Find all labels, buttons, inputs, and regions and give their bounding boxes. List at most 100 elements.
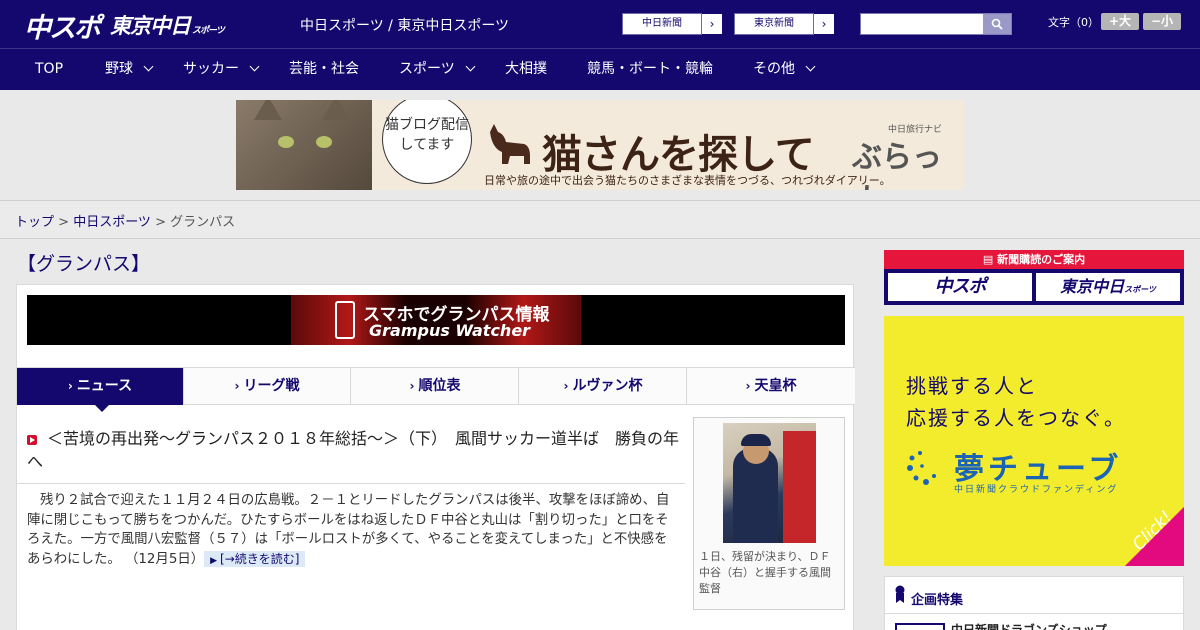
dots-logo-icon <box>907 451 936 485</box>
article-photo[interactable] <box>723 423 816 543</box>
subscription-box: ▤ 新聞購読のご案内 中スポ 東京中日スポーツ <box>884 250 1184 305</box>
tab-bar: › ニュース › リーグ戦 › 順位表 › ルヴァン杯 › 天皇杯 <box>17 367 855 412</box>
main-nav: TOP 野球 サッカー 芸能・社会 スポーツ 大相撲 競馬・ボート・競輪 その他 <box>0 48 1200 90</box>
divider <box>17 483 685 484</box>
search-button[interactable] <box>983 14 1011 34</box>
article-headline[interactable]: ＜苦境の再出発～グランパス２０１８年総括～＞（下） 風間サッカー道半ば 勝負の年… <box>27 427 682 473</box>
font-size-down-button[interactable]: −小 <box>1143 13 1181 30</box>
nav-label: 芸能・社会 <box>289 61 359 77</box>
feature-item-thumbnail[interactable] <box>895 623 945 630</box>
nav-item-soccer[interactable]: サッカー <box>183 49 260 90</box>
cat-eye <box>278 136 294 148</box>
nav-item-entertainment[interactable]: 芸能・社会 <box>289 49 359 90</box>
chevron-right-icon: › <box>409 379 415 393</box>
tab-label: 天皇杯 <box>754 378 797 394</box>
header-bar: 中スポ 東京中日 スポーツ 中日スポーツ / 東京中日スポーツ 中日新聞 › 東京新… <box>0 0 1200 48</box>
chevron-down-icon <box>465 61 476 72</box>
nav-item-other[interactable]: その他 <box>753 49 816 90</box>
nav-label: サッカー <box>183 61 239 77</box>
feature-title: 企画特集 <box>911 593 964 608</box>
nav-item-baseball[interactable]: 野球 <box>105 49 154 90</box>
tokyo-chunichi-logo[interactable]: 東京中日 スポーツ <box>110 10 225 40</box>
site-name: 中日スポーツ / 東京中日スポーツ <box>300 18 510 34</box>
tab-league[interactable]: › リーグ戦 <box>184 368 351 405</box>
subscribe-tokyo-sub: スポーツ <box>1124 285 1156 294</box>
photo-player-figure <box>783 431 816 543</box>
dream-tube-ad[interactable]: 挑戦する人と 応援する人をつなぐ。 夢チューブ 中日新聞クラウドファンディング … <box>884 316 1184 566</box>
subscribe-tokyo-button[interactable]: 東京中日スポーツ <box>1036 273 1180 301</box>
breadcrumb-bar: トップ > 中日スポーツ > グランパス <box>0 200 1200 239</box>
tab-levain-cup[interactable]: › ルヴァン杯 <box>520 368 687 405</box>
read-more-link[interactable]: [→続きを読む] <box>204 550 306 567</box>
grampus-banner-line2: Grampus Watcher <box>369 321 531 340</box>
divider <box>885 613 1183 614</box>
search-input[interactable] <box>861 14 983 34</box>
click-ribbon <box>1111 465 1184 566</box>
chevron-right-icon: › <box>67 379 73 393</box>
subscription-heading-text: 新聞購読のご案内 <box>997 253 1086 266</box>
cat-photo <box>236 100 372 190</box>
search-box <box>860 13 1012 35</box>
chevron-right-icon: › <box>563 379 569 393</box>
ribbon-icon <box>895 585 905 603</box>
grampus-banner-art: スマホでグランパス情報 Grampus Watcher <box>291 295 581 345</box>
tab-news[interactable]: › ニュース <box>17 368 184 412</box>
tab-label: リーグ戦 <box>243 378 300 394</box>
cat-blog-ad-banner[interactable]: 猫ブログ配信してます 猫さんを探して 中日旅行ナビ ぶらっ人 日常や旅の途中で出… <box>236 100 964 190</box>
nav-label: 大相撲 <box>505 61 547 77</box>
nav-item-top[interactable]: TOP <box>35 49 63 90</box>
nav-item-racing[interactable]: 競馬・ボート・競輪 <box>587 49 713 90</box>
photo-coach-cap <box>741 434 771 446</box>
article-date: （12月5日） <box>125 551 205 567</box>
nav-label: スポーツ <box>399 61 455 77</box>
chevron-right-icon: › <box>234 379 240 393</box>
nav-label: その他 <box>753 61 795 77</box>
tokyo-shimbun-button[interactable]: 東京新聞 › <box>734 13 835 35</box>
chunichi-shimbun-label: 中日新聞 <box>622 13 702 35</box>
breadcrumb-current: グランパス <box>170 215 236 230</box>
tab-standings[interactable]: › 順位表 <box>352 368 519 405</box>
breadcrumb-link-top[interactable]: トップ <box>15 215 54 230</box>
font-size-label: 文字（0） <box>1048 16 1099 29</box>
font-size-up-button[interactable]: +大 <box>1101 13 1139 30</box>
cat-silhouette-icon <box>490 124 530 164</box>
chevron-right-icon: › <box>821 17 827 31</box>
main-content: スマホでグランパス情報 Grampus Watcher › ニュース › リーグ戦 … <box>16 284 855 630</box>
lead-text: 残り２試合で迎えた１１月２４日の広島戦。２－１とリードしたグランパスは後半、攻撃… <box>27 493 670 567</box>
tokyo-logo-text: 東京中日 <box>110 14 191 38</box>
tab-label: ニュース <box>76 378 133 394</box>
page-title: 【グランパス】 <box>17 253 151 275</box>
tab-label: ルヴァン杯 <box>572 378 643 394</box>
cat-eye <box>316 136 332 148</box>
photo-caption: １日、残留が決まり、ＤＦ中谷（右）と握手する風間監督 <box>699 550 831 595</box>
grampus-watcher-banner[interactable]: スマホでグランパス情報 Grampus Watcher <box>27 295 845 345</box>
subscription-heading: ▤ 新聞購読のご案内 <box>884 250 1184 269</box>
chevron-right-icon: › <box>745 379 751 393</box>
tab-label: 順位表 <box>418 378 461 394</box>
subscribe-chuspo-button[interactable]: 中スポ <box>888 273 1032 301</box>
chuspo-logo[interactable]: 中スポ <box>24 6 101 45</box>
dream-ad-subtext: 中日新聞クラウドファンディング <box>954 485 1119 495</box>
photo-card: １日、残留が決まり、ＤＦ中谷（右）と握手する風間監督 <box>693 417 845 610</box>
chevron-right-icon: › <box>709 17 715 31</box>
nav-label: 競馬・ボート・競輪 <box>587 61 713 77</box>
subscribe-tokyo-text: 東京中日 <box>1060 277 1125 296</box>
breadcrumb-link-chunichi-sports[interactable]: 中日スポーツ <box>73 215 151 230</box>
chevron-down-icon <box>249 61 260 72</box>
nav-label: 野球 <box>105 61 133 77</box>
chevron-down-icon <box>805 61 816 72</box>
ad-speech-bubble: 猫ブログ配信してます <box>382 100 472 184</box>
breadcrumb-separator: > <box>54 215 74 230</box>
newspaper-icon: ▤ <box>982 253 998 266</box>
feature-box: 企画特集 中日新聞ドラゴンズショップ <box>884 576 1184 630</box>
nav-item-sports[interactable]: スポーツ <box>399 49 476 90</box>
breadcrumb-separator: > <box>150 215 171 230</box>
article-lead: 残り２試合で迎えた１１月２４日の広島戦。２－１とリードしたグランパスは後半、攻撃… <box>27 491 677 571</box>
ad-subtext: 日常や旅の途中で出会う猫たちのさまざまな表情をつづる、つれづれダイアリー。 <box>484 174 891 187</box>
tab-emperors-cup[interactable]: › 天皇杯 <box>687 368 855 405</box>
feature-item-link[interactable]: 中日新聞ドラゴンズショップ <box>951 621 1107 630</box>
nav-item-sumo[interactable]: 大相撲 <box>505 49 547 90</box>
tokyo-logo-sub: スポーツ <box>192 26 225 36</box>
chunichi-shimbun-button[interactable]: 中日新聞 › <box>622 13 723 35</box>
cat-ear <box>254 100 282 120</box>
